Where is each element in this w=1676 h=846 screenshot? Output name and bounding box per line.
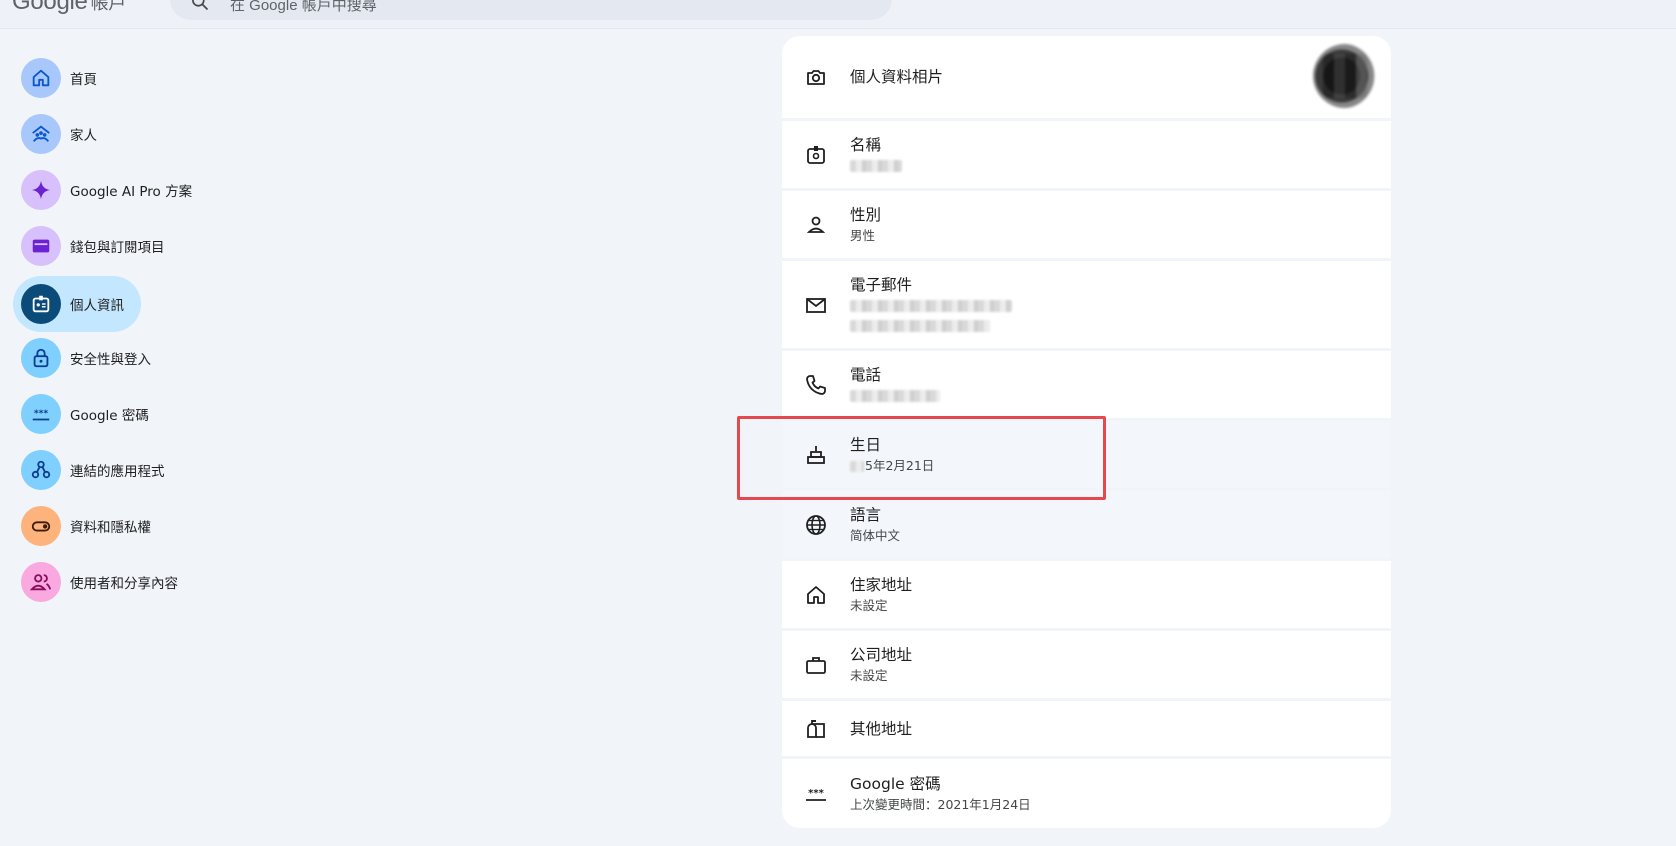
sidebar-item-personal-info[interactable]: 個人資訊: [13, 276, 141, 332]
sidebar-item-label: Google AI Pro 方案: [70, 184, 193, 200]
row-value: 未設定: [850, 667, 888, 683]
sidebar-item-label: 資料和隱私權: [70, 520, 151, 536]
row-value-redacted: [850, 387, 940, 405]
personal-info-card: 個人資料相片 名稱 性別 男性 電子郵件 電話 生日 5年2月21日 語言 简体…: [782, 36, 1391, 828]
row-gender[interactable]: 性別 男性: [782, 191, 1391, 261]
row-email[interactable]: 電子郵件: [782, 261, 1391, 351]
phone-icon: [804, 373, 828, 397]
sidebar-item-family[interactable]: 家人: [13, 108, 192, 160]
row-title: Google 密碼: [850, 775, 941, 793]
password-icon: ***: [804, 782, 828, 806]
sidebar-item-security[interactable]: 安全性與登入: [13, 332, 192, 384]
search-icon: [192, 0, 209, 11]
sidebar-item-home[interactable]: 首頁: [13, 52, 192, 104]
row-text: 公司地址 未設定: [850, 645, 912, 685]
birthday-value: 5年2月21日: [865, 457, 935, 473]
lock-icon: [21, 338, 61, 378]
sidebar-item-data-privacy[interactable]: 資料和隱私權: [13, 500, 192, 552]
person-icon: [804, 213, 828, 237]
wallet-icon: [21, 226, 61, 266]
row-value-redacted: [850, 317, 1012, 335]
row-title: 公司地址: [850, 645, 913, 664]
row-other-addresses[interactable]: 其他地址: [782, 701, 1391, 759]
sidebar-item-label: 家人: [70, 128, 97, 144]
sparkle-icon: [21, 170, 61, 210]
row-title: 電子郵件: [850, 275, 913, 294]
mail-icon: [804, 293, 828, 317]
row-birthday[interactable]: 生日 5年2月21日: [782, 421, 1391, 491]
sidebar-item-label: 首頁: [70, 72, 97, 88]
row-text: 電子郵件: [850, 275, 1012, 335]
row-text: 生日 5年2月21日: [850, 435, 934, 475]
sidebar-item-passwords[interactable]: *** Google 密碼: [13, 388, 192, 440]
row-value: 男性: [850, 227, 876, 243]
row-title: 電話: [850, 365, 882, 384]
row-value: 上次變更時間：2021年1月24日: [850, 797, 1031, 812]
row-work-address[interactable]: 公司地址 未設定: [782, 631, 1391, 701]
id-badge-icon: [21, 284, 61, 324]
avatar[interactable]: [1313, 44, 1377, 108]
row-language[interactable]: 語言 简体中文: [782, 491, 1391, 561]
row-home-address[interactable]: 住家地址 未設定: [782, 561, 1391, 631]
row-google-password[interactable]: *** Google 密碼 上次變更時間：2021年1月24日: [782, 759, 1391, 828]
sidebar-item-label: 錢包與訂閱項目: [70, 240, 165, 256]
name-badge-icon: [804, 143, 828, 167]
search-bar[interactable]: 在 Google 帳戶中搜尋: [170, 0, 892, 20]
row-title: 住家地址: [850, 575, 913, 594]
sidebar-item-label: 個人資訊: [70, 298, 124, 314]
row-title: 語言: [850, 505, 882, 524]
mailbox-icon: [804, 717, 828, 741]
briefcase-icon: [804, 653, 828, 677]
sidebar-item-label: 安全性與登入: [70, 352, 151, 368]
row-phone[interactable]: 電話: [782, 351, 1391, 421]
row-title: 性別: [850, 205, 882, 224]
row-text: 住家地址 未設定: [850, 575, 912, 615]
row-title: 生日: [850, 435, 882, 454]
sidebar-item-label: Google 密碼: [70, 408, 149, 424]
family-icon: [21, 114, 61, 154]
home-icon: [21, 58, 61, 98]
row-value: 5年2月21日: [850, 457, 934, 475]
row-value-redacted: [850, 157, 902, 175]
row-text: 其他地址: [850, 719, 912, 739]
home-icon: [804, 583, 828, 607]
sidebar-item-wallet[interactable]: 錢包與訂閱項目: [13, 220, 192, 272]
row-title: 其他地址: [850, 719, 913, 738]
globe-icon: [804, 513, 828, 537]
search-input[interactable]: 在 Google 帳戶中搜尋: [230, 0, 377, 15]
top-bar: Google 帳戶 在 Google 帳戶中搜尋: [0, 0, 1676, 29]
password-icon: ***: [21, 394, 61, 434]
row-title: 個人資料相片: [850, 68, 944, 86]
row-text: 電話: [850, 365, 940, 405]
row-text: 性別 男性: [850, 205, 881, 245]
row-title: 名稱: [850, 135, 882, 154]
brand-sub: 帳戶: [90, 0, 127, 13]
row-name[interactable]: 名稱: [782, 121, 1391, 191]
row-value: 简体中文: [850, 527, 901, 543]
brand-name: Google: [12, 0, 88, 15]
svg-text:***: ***: [34, 408, 49, 419]
row-text: Google 密碼 上次變更時間：2021年1月24日: [850, 774, 1031, 814]
sidebar-item-label: 使用者和分享內容: [70, 576, 178, 592]
toggle-icon: [21, 506, 61, 546]
row-text: 名稱: [850, 135, 902, 175]
row-profile-photo[interactable]: 個人資料相片: [782, 36, 1391, 121]
svg-text:***: ***: [808, 788, 824, 799]
row-text: 語言 简体中文: [850, 505, 900, 545]
people-icon: [21, 562, 61, 602]
row-text: 個人資料相片: [850, 67, 943, 87]
sidebar-nav: 首頁 家人 Google AI Pro 方案 錢包與訂閱項目 個人資訊 安全性與…: [13, 52, 192, 612]
google-account-logo[interactable]: Google 帳戶: [12, 0, 126, 16]
sidebar-item-people-sharing[interactable]: 使用者和分享內容: [13, 556, 192, 608]
camera-icon: [804, 65, 828, 89]
cake-icon: [804, 443, 828, 467]
apps-link-icon: [21, 450, 61, 490]
sidebar-item-ai-pro[interactable]: Google AI Pro 方案: [13, 164, 192, 216]
sidebar-item-label: 連結的應用程式: [70, 464, 165, 480]
row-value-redacted: [850, 297, 1012, 315]
sidebar-item-connected-apps[interactable]: 連結的應用程式: [13, 444, 192, 496]
row-value: 未設定: [850, 597, 888, 613]
